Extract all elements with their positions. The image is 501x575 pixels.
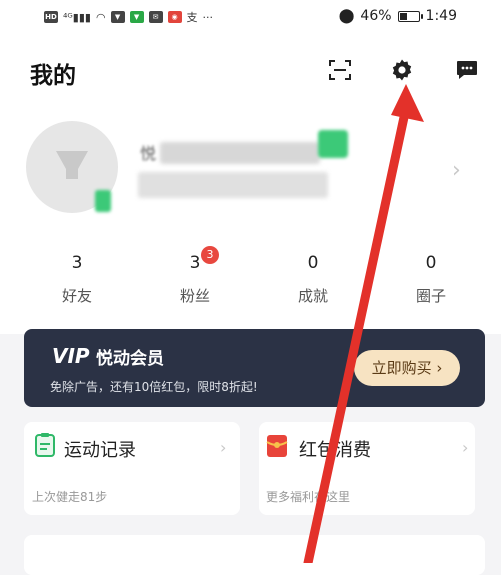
scan-icon[interactable] xyxy=(328,58,352,82)
wifi-icon: ◠ xyxy=(95,10,106,24)
card-partial[interactable] xyxy=(24,535,485,575)
battery-icon xyxy=(397,10,423,22)
vip-tag xyxy=(318,130,348,158)
stat-value: 3 xyxy=(71,253,83,273)
page-title: 我的 xyxy=(30,63,76,89)
message-icon[interactable] xyxy=(455,58,479,82)
username-redacted xyxy=(160,142,320,164)
status-bar: HD ⁴ᴳ▮▮▮ ◠ ▼ ▼ ✉ ◉ 支 ··· ⬤ 46% 1:49 xyxy=(0,0,501,34)
username[interactable]: 悦 xyxy=(140,140,156,164)
stat-value: 3 xyxy=(189,253,201,273)
vip-logo: VIP xyxy=(52,344,90,368)
card-title: 运动记录 xyxy=(64,440,136,461)
app-notification-icon: ▼ xyxy=(129,11,144,23)
clipboard-icon xyxy=(35,433,55,457)
user-info-redacted xyxy=(138,172,328,198)
mail-icon: ✉ xyxy=(148,11,163,23)
stat-label: 成就 xyxy=(297,287,328,305)
vip-title: 悦动会员 xyxy=(96,349,164,369)
app-notification-icon: ◉ xyxy=(167,11,182,23)
clock: 1:49 xyxy=(425,8,457,24)
profile-chevron-icon[interactable]: › xyxy=(452,158,461,183)
card-subtitle: 更多福利在这里 xyxy=(266,490,351,504)
hd-icon: HD xyxy=(44,11,58,23)
stat-circles[interactable]: 0 圈子 xyxy=(386,253,476,306)
battery-percent: 46% xyxy=(360,8,392,24)
card-title: 红包消费 xyxy=(299,440,371,461)
chevron-right-icon: › xyxy=(220,438,227,457)
vip-description: 免除广告，还有10倍红包，限时8折起! xyxy=(50,380,258,394)
more-notifications-icon: ··· xyxy=(202,10,214,24)
gear-icon[interactable] xyxy=(390,58,414,82)
status-left-icons: HD ⁴ᴳ▮▮▮ ◠ ▼ ▼ ✉ ◉ 支 ··· xyxy=(44,9,213,25)
stat-label: 粉丝 xyxy=(179,287,210,305)
card-subtitle: 上次健走81步 xyxy=(32,490,108,504)
stat-friends[interactable]: 3 好友 xyxy=(32,253,122,306)
stat-label: 圈子 xyxy=(415,287,446,305)
stat-achievements[interactable]: 0 成就 xyxy=(268,253,358,306)
stat-label: 好友 xyxy=(61,287,92,305)
notification-badge: 3 xyxy=(201,246,219,264)
location-icon: ⬤ xyxy=(338,8,355,24)
red-packet-icon xyxy=(266,435,288,457)
buy-now-button[interactable]: 立即购买 › xyxy=(354,350,460,386)
chevron-right-icon: › xyxy=(462,438,469,457)
stat-value: 0 xyxy=(425,253,437,273)
level-badge xyxy=(95,190,111,212)
alipay-icon: 支 xyxy=(186,11,198,24)
stat-fans[interactable]: 3 粉丝 xyxy=(150,253,240,306)
signal-icon: ⁴ᴳ▮▮▮ xyxy=(63,10,91,24)
status-right: ⬤ 46% 1:49 xyxy=(339,8,457,24)
app-notification-icon: ▼ xyxy=(110,11,125,23)
stat-value: 0 xyxy=(307,253,319,273)
